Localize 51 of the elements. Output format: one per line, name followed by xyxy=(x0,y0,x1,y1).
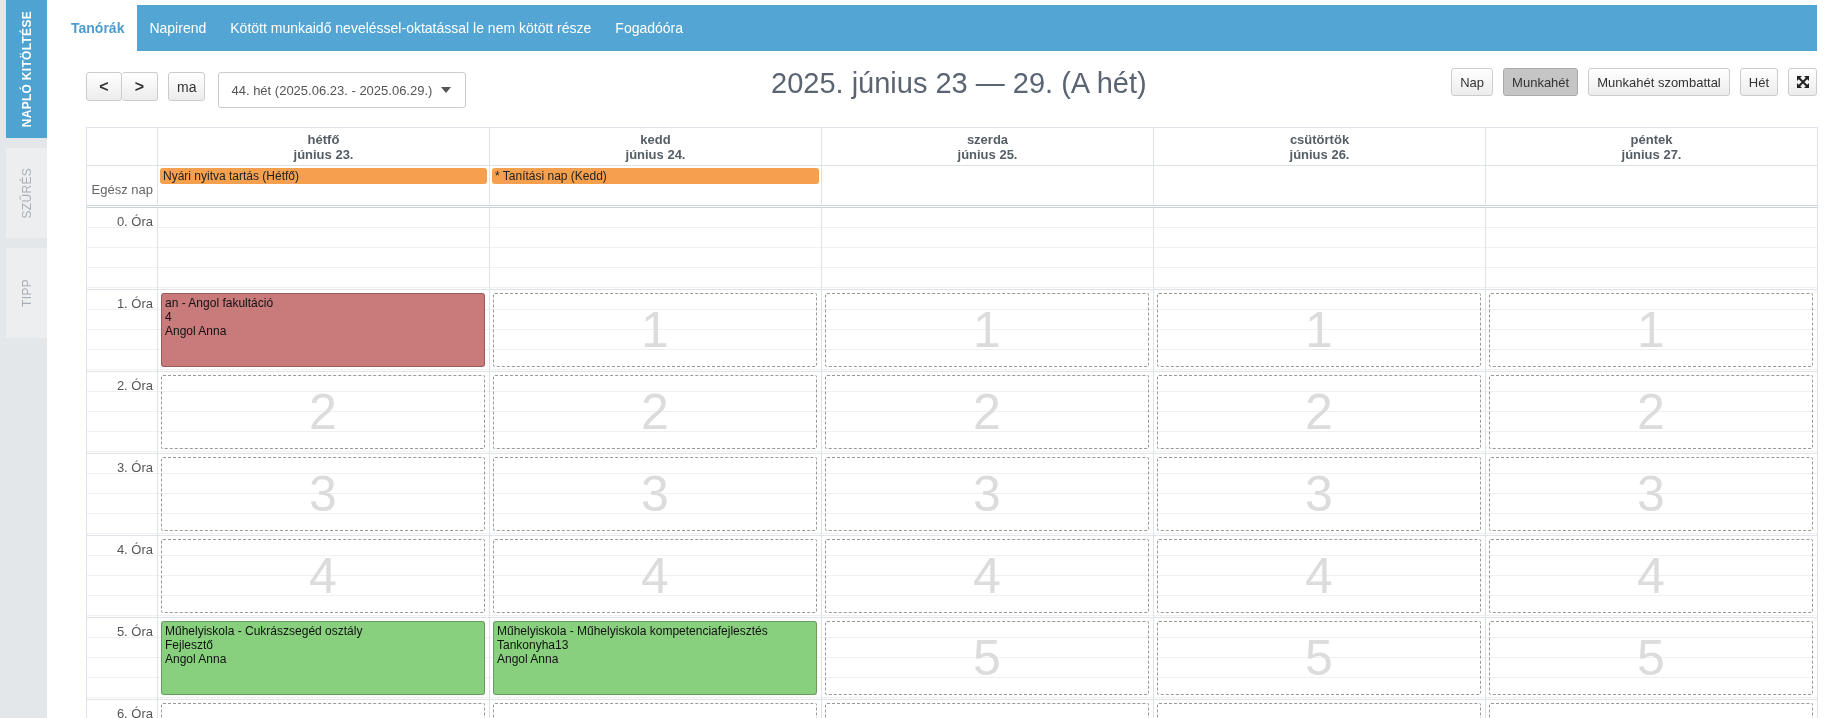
day-date: június 26. xyxy=(1289,146,1350,162)
view-button[interactable]: Munkahét szombattal xyxy=(1588,68,1730,96)
sidebar-tab[interactable]: TIPP xyxy=(6,248,47,338)
hour-label: 6. Óra xyxy=(116,706,153,718)
lesson-text: Angol Anna xyxy=(497,652,559,666)
hour-label: 3. Óra xyxy=(116,460,153,475)
all-day-label: Egész nap xyxy=(91,182,153,197)
sidebar-tab[interactable]: SZŰRÉS xyxy=(6,148,47,238)
day-name: csütörtök xyxy=(1289,131,1350,147)
view-button[interactable]: Nap xyxy=(1451,68,1494,96)
lesson-card[interactable]: an - Angol fakultáció 4 Angol Anna xyxy=(161,293,485,367)
all-day-event[interactable]: * Tanítási nap (Kedd) xyxy=(492,168,819,184)
lesson-card[interactable]: Műhelyiskola - Cukrászsegéd osztály Fejlesztő Angol Anna xyxy=(161,621,485,695)
top-tab[interactable]: Kötött munkaidő neveléssel-oktatással le nem kötött része xyxy=(218,5,604,51)
hour-label: 1. Óra xyxy=(116,296,153,311)
lesson-card[interactable]: Műhelyiskola - Műhelyiskola kompetenciafejlesztés Tankonyha13 Angol Anna xyxy=(493,621,817,695)
view-button[interactable]: Munkahét xyxy=(1503,68,1579,96)
hour-label: 4. Óra xyxy=(116,542,153,557)
week-title: 2025. június 23 — 29. (A hét) xyxy=(770,67,1148,100)
prev-button[interactable]: < xyxy=(86,72,122,101)
expand-icon xyxy=(1796,76,1809,88)
day-name: péntek xyxy=(1630,131,1673,147)
day-date: június 24. xyxy=(625,146,686,162)
lesson-text: Tankonyha13 xyxy=(497,638,569,652)
caret-icon xyxy=(441,87,452,93)
next-button[interactable]: > xyxy=(122,72,158,101)
lesson-text: Fejlesztő xyxy=(165,638,214,652)
day-name: kedd xyxy=(640,131,671,147)
day-date: június 27. xyxy=(1621,146,1682,162)
day-date: június 23. xyxy=(293,146,354,162)
today-button[interactable]: ma xyxy=(168,72,206,101)
lesson-text: Műhelyiskola - Műhelyiskola kompetenciafejlesztés xyxy=(497,624,768,638)
all-day-event[interactable]: Nyári nyitva tartás (Hétfő) xyxy=(160,168,487,184)
top-tab[interactable]: Napirend xyxy=(137,5,219,51)
lesson-text: an - Angol fakultáció xyxy=(165,296,274,310)
lesson-text: Műhelyiskola - Cukrászsegéd osztály xyxy=(165,624,363,638)
hour-label: 5. Óra xyxy=(116,624,153,639)
day-name: hétfő xyxy=(307,131,340,147)
top-tab[interactable]: Fogadóóra xyxy=(603,5,696,51)
day-date: június 25. xyxy=(957,146,1018,162)
day-name: szerda xyxy=(966,131,1009,147)
sidebar-tab[interactable]: NAPLÓ KITÖLTÉSE xyxy=(6,0,47,138)
hour-label: 2. Óra xyxy=(116,378,153,393)
lesson-text: Angol Anna xyxy=(165,324,227,338)
expand-button[interactable] xyxy=(1788,68,1817,96)
lesson-text: Angol Anna xyxy=(165,652,227,666)
week-select[interactable]: 44. hét (2025.06.23. - 2025.06.29.) xyxy=(218,72,467,108)
hour-label: 0. Óra xyxy=(116,214,153,229)
lesson-text: 4 xyxy=(165,310,172,324)
top-tab[interactable]: Tanórák xyxy=(58,5,138,51)
view-button[interactable]: Hét xyxy=(1739,68,1778,96)
